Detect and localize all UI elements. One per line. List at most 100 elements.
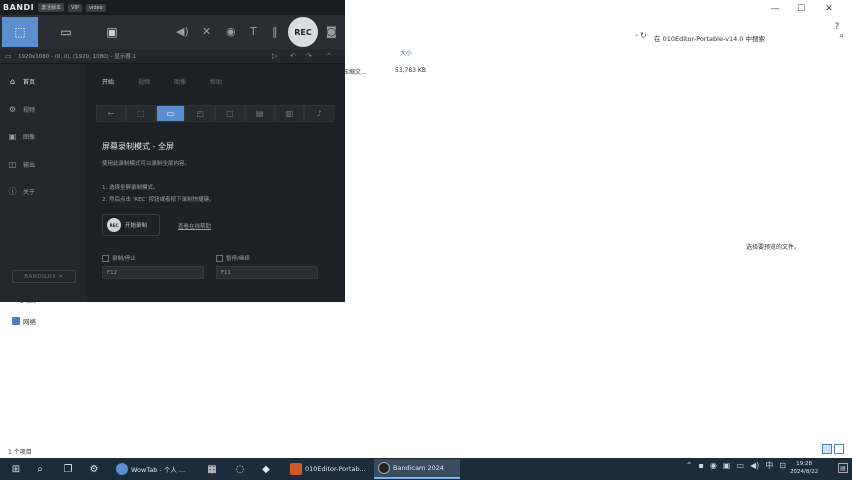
rec-button[interactable]: REC <box>288 17 318 47</box>
ime-indicator[interactable]: 中 <box>765 460 773 471</box>
network-icon[interactable]: ▭ <box>736 461 744 470</box>
screen-rect-mode-button[interactable]: ⬚ <box>2 17 38 47</box>
app-icon[interactable]: ◆ <box>258 461 274 477</box>
camera-icon[interactable]: ◙ <box>326 25 337 38</box>
taskbar-app-label: WowTab - 个人 ... <box>131 466 186 474</box>
webcam-icon[interactable]: ◉ <box>226 25 236 38</box>
microphone-muted-icon[interactable]: ✕ <box>202 25 211 38</box>
bandicam-main-panel: 开始 视频 图像 帮助 ← ⬚ ▭ ◰ ▢ ▤ ▥ ♪ 屏幕录制模式 - 全屏 … <box>86 64 345 302</box>
device-mode-button[interactable]: ▣ <box>94 17 130 47</box>
view-toggle <box>822 444 844 454</box>
preview-pane-text: 选择要预览的文件。 <box>746 244 801 251</box>
around-mouse-icon: ◰ <box>196 109 204 118</box>
hotkey-record-input[interactable]: F12 <box>102 266 204 279</box>
pause-icon[interactable]: ‖ <box>272 25 278 38</box>
editor-app-icon[interactable]: ▦ <box>204 461 220 477</box>
notification-icon[interactable]: ▤ <box>838 463 848 473</box>
mode-back-button[interactable]: ← <box>96 105 126 122</box>
resolution-text: 1920x1080 - (0, 0), (1920, 1080) - 显示器 1 <box>18 54 137 60</box>
chevron-up-icon[interactable]: ⌃ <box>686 461 693 470</box>
mode-title: 屏幕录制模式 - 全屏 <box>102 142 174 151</box>
start-recording-label: 开始录制 <box>125 223 148 229</box>
search-icon[interactable]: ⌕ <box>32 461 48 477</box>
bandicam-sidebar: ⌂ 首页 ⚙ 视频 ▣ 图像 ◫ 输出 ⓘ 关于 BANDILUX ✕ <box>0 64 86 302</box>
tab-start[interactable]: 开始 <box>102 77 114 86</box>
redo-icon[interactable]: ↷ <box>306 52 312 60</box>
close-button[interactable]: ✕ <box>818 0 840 18</box>
sidebar-item-label: 视频 <box>23 107 36 114</box>
large-icons-view-icon[interactable] <box>834 444 844 454</box>
taskbar-app-010editor[interactable]: 010Editor-Portab... <box>286 459 370 479</box>
fullscreen-icon: ▭ <box>166 109 175 118</box>
mode-rect-button[interactable]: ⬚ <box>125 105 156 122</box>
rect-select-icon: ⬚ <box>136 109 145 118</box>
monitor-icon: ▭ <box>5 52 12 60</box>
chevron-down-icon[interactable]: ⌄ <box>634 31 639 38</box>
play-icon[interactable]: ▷ <box>272 52 277 60</box>
sidebar-item-output[interactable]: ◫ 输出 <box>8 160 35 169</box>
network-icon <box>12 317 20 325</box>
text-icon[interactable]: T <box>250 25 257 38</box>
screen-rect-icon: ⬚ <box>14 25 26 39</box>
mode-audio-button[interactable]: ♪ <box>304 105 334 122</box>
search-input[interactable]: 在 010Editor-Portable-v14.0 中搜索 <box>654 33 765 43</box>
output-icon: ◫ <box>8 160 17 169</box>
minimize-button[interactable]: — <box>764 0 786 18</box>
hotkey-pause-label[interactable]: 暂停/继续 <box>216 254 250 262</box>
clock-date: 2024/8/22 <box>790 469 819 475</box>
details-view-icon[interactable] <box>822 444 832 454</box>
gamepad-icon: ▥ <box>285 109 294 118</box>
clock[interactable]: 19:28 2024/8/22 <box>790 460 818 476</box>
tab-image[interactable]: 图像 <box>174 77 186 86</box>
folder-icon <box>290 463 302 475</box>
game-icon: ▤ <box>255 109 264 118</box>
hotkey-record-label[interactable]: 录制/停止 <box>102 254 136 262</box>
mode-game-button[interactable]: ▤ <box>244 105 275 122</box>
mode-around-mouse-button[interactable]: ◰ <box>185 105 215 122</box>
tray-app-icon[interactable]: ▣ <box>723 461 731 470</box>
mode-window-button[interactable]: ▢ <box>215 105 245 122</box>
task-view-icon[interactable]: ❐ <box>60 461 76 477</box>
start-recording-button[interactable]: REC 开始录制 <box>102 214 160 236</box>
refresh-icon[interactable]: ↻ <box>640 31 647 40</box>
loading-app-icon[interactable]: ◌ <box>232 461 248 477</box>
taskbar-app-wowtab[interactable]: WowTab - 个人 ... <box>112 459 196 479</box>
taskbar-app-bandicam[interactable]: Bandicam 2024 <box>374 459 460 479</box>
volume-icon[interactable]: ◀) <box>750 461 759 470</box>
sidebar-item-about[interactable]: ⓘ 关于 <box>8 187 36 196</box>
mode-fullscreen-button[interactable]: ▭ <box>155 105 186 122</box>
hotkey-record-checkbox[interactable] <box>102 254 109 262</box>
chevron-up-icon[interactable]: ⌃ <box>326 52 332 60</box>
sidebar-item-home[interactable]: ⌂ 首页 <box>8 77 35 86</box>
status-item-count: 1 个项目 <box>8 449 32 456</box>
maximize-button[interactable]: ☐ <box>790 0 812 18</box>
tab-help[interactable]: 帮助 <box>210 77 222 86</box>
settings-icon[interactable]: ⚙ <box>86 461 102 477</box>
image-icon: ▣ <box>8 132 17 141</box>
game-mode-button[interactable]: ▭ <box>48 17 84 47</box>
bandilux-banner[interactable]: BANDILUX ✕ <box>12 270 76 283</box>
hotkey-pause-checkbox[interactable] <box>216 254 223 262</box>
search-box[interactable]: ⌄ ↻ 在 010Editor-Portable-v14.0 中搜索 ⌕ <box>634 31 848 44</box>
sidebar-item-video[interactable]: ⚙ 视频 <box>8 105 35 114</box>
nav-item-network[interactable]: 网络 <box>12 316 36 326</box>
tray-app-icon[interactable]: ▪ <box>698 461 703 470</box>
tab-video[interactable]: 视频 <box>138 77 150 86</box>
taskbar-app-label: Bandicam 2024 <box>393 464 444 472</box>
instruction-step: 1. 选择全屏录制模式。 <box>102 185 159 191</box>
sidebar-item-image[interactable]: ▣ 图像 <box>8 132 35 141</box>
speaker-icon[interactable]: ◀) <box>176 25 189 38</box>
online-help-link[interactable]: 查看在线帮助 <box>178 222 211 230</box>
search-icon[interactable]: ⌕ <box>840 31 844 41</box>
nav-item-label: 网络 <box>23 318 36 326</box>
mode-gamepad-button[interactable]: ▥ <box>274 105 305 122</box>
undo-icon[interactable]: ↶ <box>290 52 296 60</box>
bandicam-toolbar: ⬚ ▭ ▣ ◀) ✕ ◉ T ‖ REC ◙ <box>0 15 345 49</box>
column-header-size[interactable]: 大小 <box>400 48 412 57</box>
windows-start-icon[interactable]: ⊞ <box>8 461 24 477</box>
tray-app-icon[interactable]: ◉ <box>710 461 717 470</box>
title-tag: video <box>86 3 106 12</box>
hotkey-pause-input[interactable]: F11 <box>216 266 318 279</box>
input-mode-icon[interactable]: ⊡ <box>779 461 786 470</box>
system-tray: ⌃ ▪ ◉ ▣ ▭ ◀) 中 ⊡ <box>686 460 786 471</box>
